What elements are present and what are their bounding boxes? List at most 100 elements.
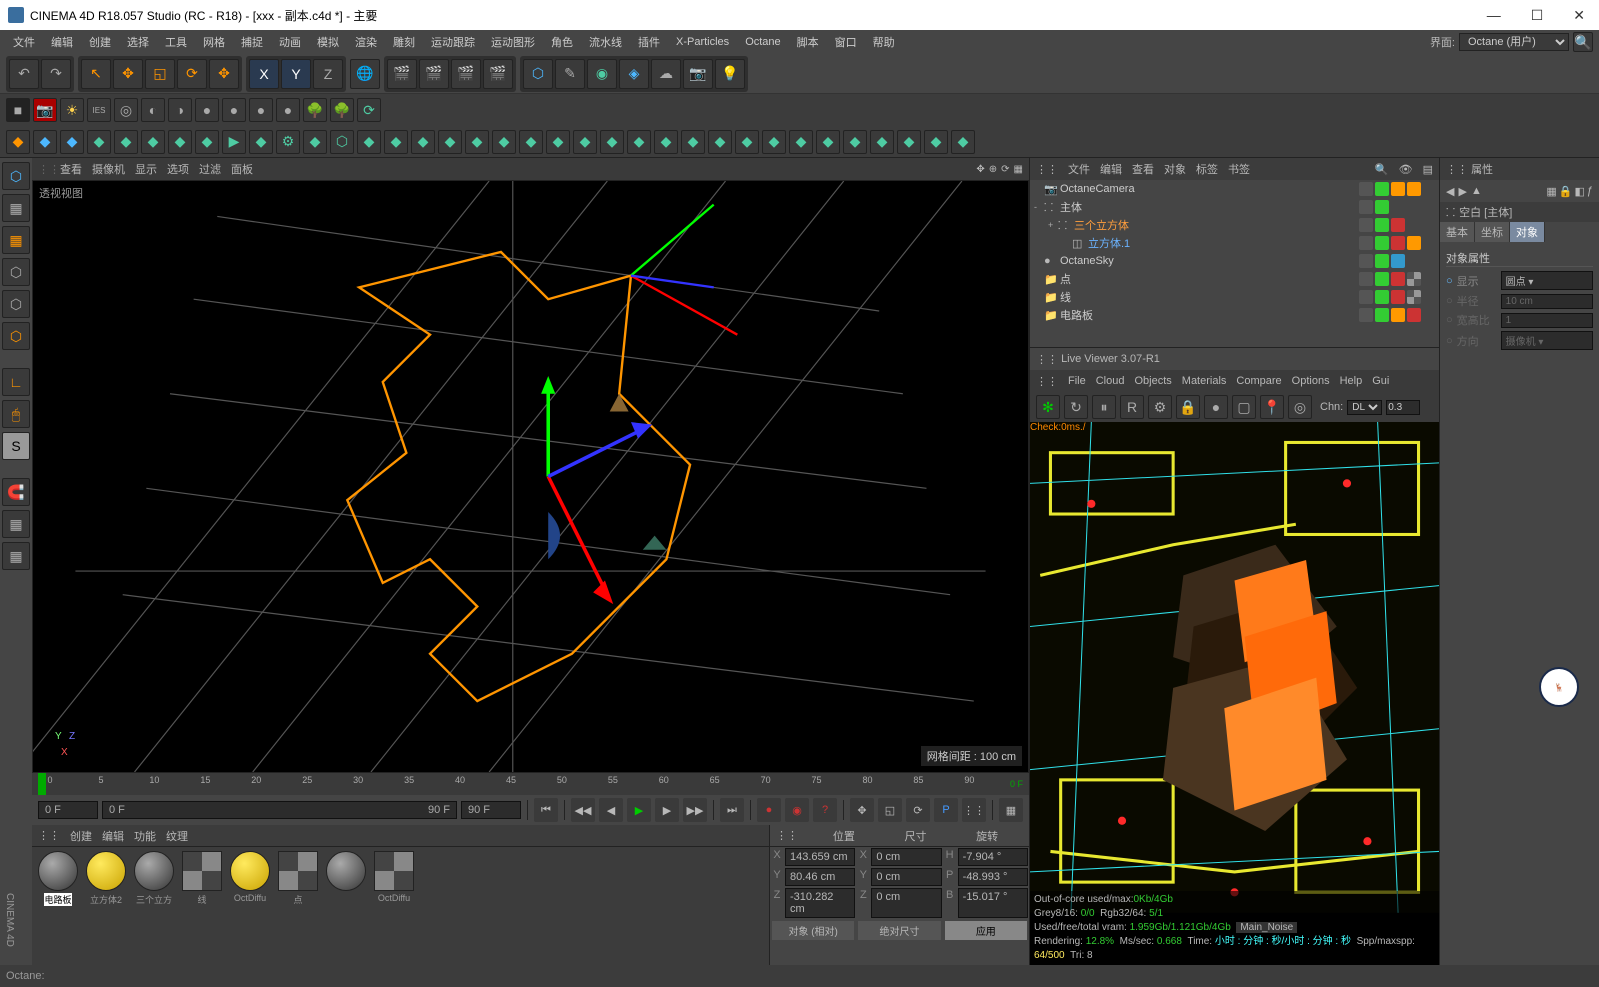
generator-button[interactable]: ◉ xyxy=(587,59,617,89)
oct-sphere3-button[interactable]: ● xyxy=(249,98,273,122)
opt-4[interactable]: P xyxy=(934,798,958,822)
proc-4[interactable]: ◆ xyxy=(87,130,111,154)
drag-icon[interactable]: ⋮⋮ xyxy=(1446,163,1468,176)
range-lo[interactable]: 0 F xyxy=(109,804,125,816)
recent-tool[interactable]: ✥ xyxy=(209,59,239,89)
lv-pin-button[interactable]: 📍 xyxy=(1260,395,1284,419)
material-item[interactable] xyxy=(324,851,368,893)
opt-3[interactable]: ⟳ xyxy=(906,798,930,822)
proc-24[interactable]: ◆ xyxy=(627,130,651,154)
environment-button[interactable]: ☁ xyxy=(651,59,681,89)
oct-black-button[interactable]: ■ xyxy=(6,98,30,122)
lv-clip-button[interactable]: ▢ xyxy=(1232,395,1256,419)
proc-7[interactable]: ◆ xyxy=(168,130,192,154)
oct-sphere1-button[interactable]: ● xyxy=(195,98,219,122)
material-item[interactable]: 三个立方 xyxy=(132,851,176,906)
proc-2[interactable]: ◆ xyxy=(33,130,57,154)
menu-window[interactable]: 窗口 xyxy=(828,31,864,53)
attr-mode-icon[interactable]: ▦ xyxy=(1546,185,1556,198)
mat-menu-create[interactable]: 创建 xyxy=(70,828,92,844)
mat-menu-edit[interactable]: 编辑 xyxy=(102,828,124,844)
lv-menu-cloud[interactable]: Cloud xyxy=(1096,375,1125,387)
frame-start-field[interactable]: 0 F xyxy=(38,801,98,819)
light-button[interactable]: 💡 xyxy=(715,59,745,89)
lv-settings-button[interactable]: ⚙ xyxy=(1148,395,1172,419)
oct-target-button[interactable]: ◎ xyxy=(114,98,138,122)
next-key-button[interactable]: ▶▶ xyxy=(683,798,707,822)
edge-mode-button[interactable]: ⬡ xyxy=(2,258,30,286)
attr-up-icon[interactable]: ▲ xyxy=(1471,185,1482,197)
key-button[interactable]: ? xyxy=(813,798,837,822)
proc-35[interactable]: ◆ xyxy=(924,130,948,154)
proc-9[interactable]: ▶ xyxy=(222,130,246,154)
drag-icon[interactable]: ⋮⋮ xyxy=(776,829,798,842)
om-menu-view[interactable]: 查看 xyxy=(1132,161,1154,177)
minimize-button[interactable]: — xyxy=(1481,5,1507,26)
oct-refresh-button[interactable]: ⟳ xyxy=(357,98,381,122)
size-field[interactable]: 0 cm xyxy=(871,848,941,866)
oct-sphere2-button[interactable]: ● xyxy=(222,98,246,122)
om-row[interactable]: 📷OctaneCamera xyxy=(1030,180,1439,198)
menu-mograph[interactable]: 运动图形 xyxy=(484,31,542,53)
material-item[interactable]: OctDiffu xyxy=(228,851,272,903)
om-menu-bookmarks[interactable]: 书签 xyxy=(1228,161,1250,177)
search-icon[interactable]: 🔍 xyxy=(1573,32,1593,52)
primitive-button[interactable]: ⬡ xyxy=(523,59,553,89)
texture-mode-button[interactable]: ▦ xyxy=(2,194,30,222)
scale-tool[interactable]: ◱ xyxy=(145,59,175,89)
proc-17[interactable]: ◆ xyxy=(438,130,462,154)
vp-menu-filter[interactable]: 过滤 xyxy=(199,161,221,177)
menu-octane[interactable]: Octane xyxy=(738,33,787,51)
om-row[interactable]: ●OctaneSky xyxy=(1030,252,1439,270)
lv-sphere-button[interactable]: ● xyxy=(1204,395,1228,419)
play-button[interactable]: ▶ xyxy=(627,798,651,822)
proc-14[interactable]: ◆ xyxy=(357,130,381,154)
x-axis-button[interactable]: X xyxy=(249,59,279,89)
proc-34[interactable]: ◆ xyxy=(897,130,921,154)
opt-6[interactable]: ▦ xyxy=(999,798,1023,822)
rot-field[interactable]: -48.993 ° xyxy=(958,868,1028,886)
proc-20[interactable]: ◆ xyxy=(519,130,543,154)
drag-icon[interactable]: ⋮⋮ xyxy=(38,163,50,176)
om-filter-icon[interactable]: ▤ xyxy=(1423,163,1433,176)
attr-tab-basic[interactable]: 基本 xyxy=(1440,222,1475,242)
menu-character[interactable]: 角色 xyxy=(544,31,580,53)
lv-region-button[interactable]: R xyxy=(1120,395,1144,419)
oct-sun-button[interactable]: ☀ xyxy=(60,98,84,122)
proc-11[interactable]: ⚙ xyxy=(276,130,300,154)
menu-render[interactable]: 渲染 xyxy=(348,31,384,53)
lv-lock-button[interactable]: 🔒 xyxy=(1176,395,1200,419)
lv-canvas[interactable]: Check:0ms./ Out-of-core used/max:0Kb/4Gb… xyxy=(1030,422,1439,965)
lv-menu-gui[interactable]: Gui xyxy=(1372,375,1389,387)
lv-reload-button[interactable]: ↻ xyxy=(1064,395,1088,419)
proc-28[interactable]: ◆ xyxy=(735,130,759,154)
vp-menu-view[interactable]: 查看 xyxy=(60,161,82,177)
vp-pan-icon[interactable]: ✥ xyxy=(976,164,984,175)
layout-select[interactable]: Octane (用户) xyxy=(1459,33,1569,51)
drag-icon[interactable]: ⋮⋮ xyxy=(1036,353,1058,366)
attr-func-icon[interactable]: ƒ xyxy=(1587,185,1593,198)
om-menu-tags[interactable]: 标签 xyxy=(1196,161,1218,177)
vp-menu-panel[interactable]: 面板 xyxy=(231,161,253,177)
proc-33[interactable]: ◆ xyxy=(870,130,894,154)
proc-1[interactable]: ◆ xyxy=(6,130,30,154)
proc-36[interactable]: ◆ xyxy=(951,130,975,154)
menu-mesh[interactable]: 网格 xyxy=(196,31,232,53)
redo-button[interactable]: ↷ xyxy=(41,59,71,89)
menu-plugins[interactable]: 插件 xyxy=(631,31,667,53)
oct-tree2-button[interactable]: 🌳 xyxy=(330,98,354,122)
y-axis-button[interactable]: Y xyxy=(281,59,311,89)
size-field[interactable]: 0 cm xyxy=(871,868,941,886)
material-item[interactable]: OctDiffu xyxy=(372,851,416,903)
attr-lock-icon[interactable]: 🔒 xyxy=(1559,185,1573,198)
timeline-marker[interactable] xyxy=(38,773,46,795)
menu-animate[interactable]: 动画 xyxy=(272,31,308,53)
drag-icon[interactable]: ⋮⋮ xyxy=(1036,375,1058,388)
opt-1[interactable]: ✥ xyxy=(850,798,874,822)
om-menu-file[interactable]: 文件 xyxy=(1068,161,1090,177)
timeline[interactable]: 051015202530354045505560657075808590 0 F xyxy=(32,773,1029,795)
menu-edit[interactable]: 编辑 xyxy=(44,31,80,53)
om-row[interactable]: 📁点 xyxy=(1030,270,1439,288)
lv-num-field[interactable] xyxy=(1386,400,1420,415)
point-mode-button[interactable]: ⬡ xyxy=(2,322,30,350)
